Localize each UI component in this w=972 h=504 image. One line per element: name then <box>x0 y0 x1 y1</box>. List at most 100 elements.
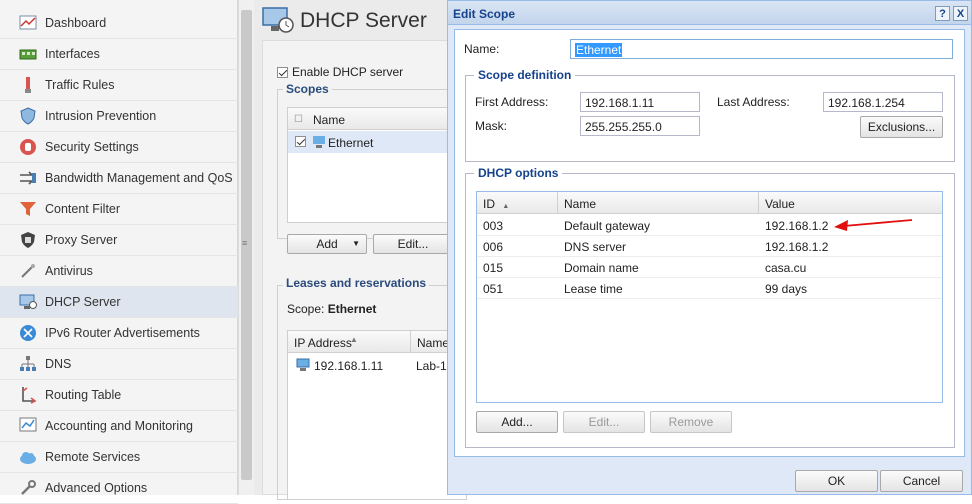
scope-edit-button[interactable]: Edit... <box>373 234 453 254</box>
row-id: 015 <box>483 261 504 275</box>
scope-definition-legend: Scope definition <box>474 68 576 82</box>
close-icon[interactable]: X <box>953 6 968 21</box>
scopes-legend: Scopes <box>283 82 332 96</box>
exclusions-button[interactable]: Exclusions... <box>860 116 943 138</box>
sidebar-item-proxy-server[interactable]: Proxy Server <box>0 225 238 256</box>
page-title-text: DHCP Server <box>300 9 427 32</box>
sidebar-item-label: IPv6 Router Advertisements <box>45 326 200 340</box>
table-row[interactable]: Ethernet <box>288 131 468 153</box>
mask-label: Mask: <box>475 119 508 133</box>
cancel-button[interactable]: Cancel <box>880 470 963 492</box>
traffic-rules-icon <box>18 76 38 94</box>
help-icon[interactable]: ? <box>935 6 950 21</box>
sidebar-item-intrusion-prevention[interactable]: Intrusion Prevention <box>0 101 238 132</box>
row-name: Domain name <box>564 261 639 275</box>
scopes-col-name[interactable]: Name <box>313 113 345 127</box>
splitter-grip-icon: ≡ <box>242 238 248 248</box>
scope-value: Ethernet <box>327 302 377 316</box>
edit-scope-dialog: Edit Scope ? X Name: Ethernet Scope defi… <box>447 0 972 495</box>
sidebar-item-traffic-rules[interactable]: Traffic Rules <box>0 70 238 101</box>
table-row[interactable]: 051 Lease time 99 days <box>477 278 942 299</box>
sidebar-item-label: Accounting and Monitoring <box>45 419 194 433</box>
network-card-icon <box>18 45 38 63</box>
sidebar-item-bandwidth[interactable]: Bandwidth Management and QoS <box>0 163 238 194</box>
col-id[interactable]: ID ▲ <box>477 192 558 214</box>
sidebar: Dashboard Interfaces Traffic Rules Intru… <box>0 0 238 504</box>
sidebar-item-content-filter[interactable]: Content Filter <box>0 194 238 225</box>
table-row[interactable]: 006 DNS server 192.168.1.2 <box>477 236 942 257</box>
sidebar-item-routing-table[interactable]: Routing Table <box>0 380 238 411</box>
routing-icon <box>18 386 38 404</box>
sidebar-item-interfaces[interactable]: Interfaces <box>0 39 238 70</box>
dhcp-settings-panel: Enable DHCP server Scopes ☐ Name Etherne… <box>262 40 468 500</box>
sidebar-item-dns[interactable]: DNS <box>0 349 238 380</box>
scope-prefix: Scope: <box>287 302 325 316</box>
sidebar-item-label: Bandwidth Management and QoS <box>45 171 233 185</box>
sidebar-item-label: Routing Table <box>45 388 122 402</box>
dhcp-server-icon <box>262 7 294 33</box>
lease-name: Lab-1 <box>416 359 447 373</box>
dashboard-icon <box>18 14 38 32</box>
cancel-label: Cancel <box>902 474 941 488</box>
name-field-value: Ethernet <box>575 43 623 57</box>
option-edit-button[interactable]: Edit... <box>563 411 645 433</box>
sidebar-item-security-settings[interactable]: Security Settings <box>0 132 238 163</box>
annotation-arrow-icon <box>834 219 913 231</box>
dns-icon <box>18 355 38 373</box>
scope-selector: Scope: Ethernet <box>287 302 376 316</box>
dhcp-icon <box>18 293 38 311</box>
last-address-field[interactable]: 192.168.1.254 <box>823 92 943 112</box>
dialog-title[interactable]: Edit Scope <box>448 1 971 25</box>
sidebar-item-accounting[interactable]: Accounting and Monitoring <box>0 411 238 442</box>
sidebar-item-label: Interfaces <box>45 47 100 61</box>
chevron-down-icon[interactable]: ▼ <box>352 239 360 248</box>
ok-label: OK <box>827 474 846 488</box>
tools-icon <box>18 479 38 497</box>
exclusions-label: Exclusions... <box>867 120 936 134</box>
row-name: Lease time <box>564 282 623 296</box>
leases-col-ip[interactable]: IP Address <box>294 336 352 350</box>
network-icon <box>313 136 325 148</box>
mask-field[interactable]: 255.255.255.0 <box>580 116 700 136</box>
first-address-field[interactable]: 192.168.1.11 <box>580 92 700 112</box>
sidebar-item-remote-services[interactable]: Remote Services <box>0 442 238 473</box>
col-value[interactable]: Value <box>759 192 942 214</box>
sidebar-item-label: Traffic Rules <box>45 78 115 92</box>
enable-dhcp-label: Enable DHCP server <box>292 65 404 79</box>
option-add-label: Add... <box>501 415 533 429</box>
row-id: 051 <box>483 282 504 296</box>
enable-dhcp-checkbox[interactable] <box>277 66 288 78</box>
scope-edit-label: Edit... <box>397 237 429 251</box>
scope-row-name: Ethernet <box>328 136 374 150</box>
sidebar-item-label: Security Settings <box>45 140 139 154</box>
name-label: Name: <box>464 42 500 56</box>
sidebar-item-label: DNS <box>45 357 72 371</box>
row-id: 003 <box>483 219 504 233</box>
table-row[interactable]: 015 Domain name casa.cu <box>477 257 942 278</box>
antivirus-icon <box>18 262 38 280</box>
name-field[interactable]: Ethernet <box>570 39 953 59</box>
sidebar-item-advanced-options[interactable]: Advanced Options <box>0 473 238 504</box>
ok-button[interactable]: OK <box>795 470 878 492</box>
table-row[interactable]: 192.168.1.11 Lab-1 <box>288 354 468 376</box>
sidebar-item-label: Remote Services <box>45 450 141 464</box>
leases-grid: IP Address ▲ Name 192.168.1.11 Lab-1 <box>287 330 468 500</box>
sidebar-item-dashboard[interactable]: Dashboard <box>0 8 238 39</box>
sort-asc-icon: ▲ <box>502 203 510 210</box>
option-add-button[interactable]: Add... <box>476 411 558 433</box>
select-all-icon[interactable]: ☐ <box>294 114 303 125</box>
option-remove-button[interactable]: Remove <box>650 411 732 433</box>
sidebar-item-label: Advanced Options <box>45 481 148 495</box>
sidebar-scrollbar[interactable]: ≡ <box>238 0 254 495</box>
hand-stop-icon <box>18 138 38 156</box>
last-address-label: Last Address: <box>717 95 790 109</box>
row-value: 192.168.1.2 <box>765 219 829 233</box>
sidebar-item-label: Intrusion Prevention <box>45 109 157 123</box>
sidebar-item-antivirus[interactable]: Antivirus <box>0 256 238 287</box>
scope-add-button[interactable]: Add ▼ <box>287 234 367 254</box>
sidebar-item-ipv6-router[interactable]: IPv6 Router Advertisements <box>0 318 238 349</box>
col-name[interactable]: Name <box>558 192 759 214</box>
scope-row-checkbox[interactable] <box>295 136 306 147</box>
scopes-grid: ☐ Name Ethernet <box>287 107 468 223</box>
sidebar-item-dhcp-server[interactable]: DHCP Server <box>0 287 238 318</box>
